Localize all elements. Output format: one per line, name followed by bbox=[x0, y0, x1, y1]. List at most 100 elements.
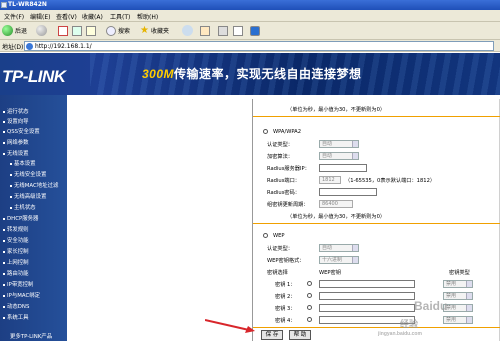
menu-favorites[interactable]: 收藏(A) bbox=[82, 12, 103, 21]
sidebar-item-forwarding[interactable]: 转发规则 bbox=[3, 225, 29, 233]
baidu-watermark: Baidu 经验 jingyan.baidu.com bbox=[378, 285, 500, 341]
address-bar: 地址(D) http://192.168.1.1/ bbox=[0, 39, 500, 52]
forward-button[interactable] bbox=[36, 24, 47, 37]
wep-format-select[interactable]: 十六进制 bbox=[319, 256, 359, 264]
group-key-hint: （单位为秒，最小值为30，不更新则为0） bbox=[287, 214, 386, 220]
home-button[interactable] bbox=[86, 24, 96, 37]
address-input[interactable]: http://192.168.1.1/ bbox=[24, 41, 494, 51]
banner-slogan: 300M传输速率，实现无线自由连接梦想 bbox=[142, 65, 362, 82]
messenger-button[interactable] bbox=[250, 24, 260, 37]
print-button[interactable] bbox=[218, 24, 228, 37]
radius-port-label: Radius端口： bbox=[267, 178, 300, 184]
sidebar-sub-security[interactable]: 无线安全设置 bbox=[10, 170, 46, 178]
key4-radio[interactable] bbox=[307, 317, 312, 322]
edit-icon bbox=[233, 25, 243, 36]
forward-arrow-icon bbox=[36, 25, 47, 36]
wpa-enc-label: 加密算法： bbox=[267, 154, 293, 160]
favorites-button[interactable]: ★ 收藏夹 bbox=[140, 24, 169, 37]
ie-app-icon bbox=[1, 2, 7, 8]
back-label: 后退 bbox=[15, 28, 28, 35]
home-icon bbox=[86, 25, 96, 36]
top-hint: （单位为秒，最小值为30，不更新则为0） bbox=[287, 107, 386, 113]
history-button[interactable] bbox=[182, 24, 193, 37]
sidebar-item-network[interactable]: 网络参数 bbox=[3, 138, 29, 146]
radius-pwd-input[interactable] bbox=[319, 188, 377, 196]
menu-bar: 文件(F) 编辑(E) 查看(V) 收藏(A) 工具(T) 帮助(H) bbox=[0, 10, 500, 22]
mail-icon bbox=[200, 25, 210, 36]
sidebar-item-security[interactable]: 安全功能 bbox=[3, 236, 29, 244]
radius-port-hint: （1-65535，0表示默认端口：1812） bbox=[345, 178, 436, 184]
sidebar-item-wizard[interactable]: 设置向导 bbox=[3, 117, 29, 125]
wep-radio[interactable] bbox=[263, 233, 268, 238]
group-key-input[interactable]: 86400 bbox=[319, 200, 353, 208]
radius-port-input[interactable]: 1812 bbox=[319, 176, 341, 184]
key1-radio[interactable] bbox=[307, 281, 312, 286]
back-button[interactable]: 后退 bbox=[2, 24, 27, 37]
col-wep-key: WEP密钥 bbox=[319, 270, 341, 276]
sidebar-item-bandwidth[interactable]: IP带宽控制 bbox=[3, 280, 33, 288]
sidebar-sub-mac-filter[interactable]: 无线MAC地址过滤 bbox=[10, 181, 58, 189]
sidebar-item-parental[interactable]: 家长控制 bbox=[3, 247, 29, 255]
stop-button[interactable] bbox=[58, 24, 68, 37]
sidebar-footer-link[interactable]: 更多TP-LINK产品 bbox=[10, 332, 52, 340]
address-url: http://192.168.1.1/ bbox=[35, 43, 92, 50]
menu-file[interactable]: 文件(F) bbox=[4, 12, 24, 21]
sidebar-nav: 运行状态 设置向导 QSS安全设置 网络参数 无线设置 基本设置 无线安全设置 … bbox=[0, 95, 67, 341]
search-icon bbox=[106, 25, 116, 36]
refresh-button[interactable] bbox=[72, 24, 82, 37]
stop-icon bbox=[58, 25, 68, 36]
help-button[interactable]: 帮 助 bbox=[289, 330, 311, 340]
window-title-bar: TL-WR842N bbox=[0, 0, 500, 10]
sidebar-item-system-tools[interactable]: 系统工具 bbox=[3, 313, 29, 321]
toolbar: 后退 搜索 ★ 收藏夹 bbox=[0, 22, 500, 39]
tplink-logo: TP-LINK bbox=[2, 67, 66, 86]
menu-view[interactable]: 查看(V) bbox=[56, 12, 77, 21]
wep-auth-label: 认证类型： bbox=[267, 246, 293, 252]
address-label: 地址(D) bbox=[2, 44, 24, 51]
menu-tools[interactable]: 工具(T) bbox=[110, 12, 130, 21]
sidebar-item-routing[interactable]: 路由功能 bbox=[3, 269, 29, 277]
slogan-speed: 300M bbox=[142, 67, 175, 81]
sidebar-sub-host-status[interactable]: 主机状态 bbox=[10, 203, 36, 211]
mail-button[interactable] bbox=[200, 24, 210, 37]
key4-label: 密钥 4： bbox=[275, 318, 296, 324]
wpa-auth-select[interactable]: 自动 bbox=[319, 140, 359, 148]
key3-radio[interactable] bbox=[307, 305, 312, 310]
key2-radio[interactable] bbox=[307, 293, 312, 298]
edit-button[interactable] bbox=[233, 24, 243, 37]
back-arrow-icon bbox=[2, 25, 13, 36]
watermark-url: jingyan.baidu.com bbox=[378, 331, 422, 337]
sidebar-sub-advanced[interactable]: 无线高级设置 bbox=[10, 192, 46, 200]
sidebar-item-access-control[interactable]: 上网控制 bbox=[3, 258, 29, 266]
sidebar-item-status[interactable]: 运行状态 bbox=[3, 107, 29, 115]
key2-label: 密钥 2： bbox=[275, 294, 296, 300]
sidebar-sub-basic[interactable]: 基本设置 bbox=[10, 159, 36, 167]
group-key-label: 组密钥更新周期： bbox=[267, 202, 309, 208]
sidebar-item-qss[interactable]: QSS安全设置 bbox=[3, 127, 40, 135]
wep-label: WEP bbox=[273, 233, 285, 239]
wpa-radio[interactable] bbox=[263, 129, 268, 134]
menu-edit[interactable]: 编辑(E) bbox=[30, 12, 50, 21]
key3-label: 密钥 3： bbox=[275, 306, 296, 312]
print-icon bbox=[218, 25, 228, 36]
menu-help[interactable]: 帮助(H) bbox=[137, 12, 158, 21]
wpa-enc-select[interactable]: 自动 bbox=[319, 152, 359, 160]
sidebar-item-ddns[interactable]: 动态DNS bbox=[3, 302, 29, 310]
favorites-label: 收藏夹 bbox=[150, 28, 169, 35]
search-label: 搜索 bbox=[118, 28, 131, 35]
sidebar-item-wireless[interactable]: 无线设置 bbox=[3, 149, 29, 157]
col-key-type: 密钥类型 bbox=[449, 270, 470, 276]
wep-format-label: WEP密钥格式： bbox=[267, 258, 305, 264]
history-icon bbox=[182, 25, 193, 36]
annotation-arrow-icon bbox=[205, 319, 255, 333]
radius-ip-input[interactable] bbox=[319, 164, 367, 172]
sidebar-item-dhcp[interactable]: DHCP服务器 bbox=[3, 214, 38, 222]
messenger-icon bbox=[250, 25, 260, 36]
save-button[interactable]: 保 存 bbox=[261, 330, 283, 340]
wpa-auth-label: 认证类型： bbox=[267, 142, 293, 148]
sidebar-item-ip-mac-binding[interactable]: IP与MAC绑定 bbox=[3, 291, 40, 299]
refresh-icon bbox=[72, 25, 82, 36]
wep-auth-select[interactable]: 自动 bbox=[319, 244, 359, 252]
search-button[interactable]: 搜索 bbox=[106, 24, 130, 37]
divider bbox=[253, 223, 500, 224]
